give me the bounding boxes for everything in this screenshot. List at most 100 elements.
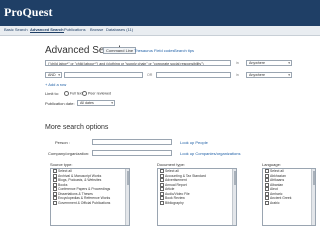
- list-item-label: Ancient Greek: [270, 196, 292, 200]
- checkbox-icon: [265, 191, 269, 196]
- checkbox-icon: [64, 91, 69, 96]
- proquest-logo[interactable]: ProQuest: [4, 5, 52, 20]
- limit-to-label: Limit to:: [45, 91, 60, 96]
- list-item-label: Archival & Manuscript Works: [58, 173, 102, 178]
- checkbox-icon: [265, 196, 269, 201]
- search-query-input[interactable]: ("child labor*" or "child labour*") and …: [45, 60, 231, 66]
- list-item-label: Accounting & Tax Standard: [165, 173, 206, 178]
- field-codes-link[interactable]: Field codes: [154, 48, 174, 53]
- scrollbar-thumb[interactable]: [312, 171, 315, 185]
- top-header: ProQuest: [0, 0, 320, 26]
- field-select-2[interactable]: Anywhere ▾: [246, 72, 292, 78]
- scrollbar[interactable]: [125, 169, 129, 225]
- checkbox-icon: [265, 178, 269, 183]
- nav-basic-search[interactable]: Basic Search: [4, 27, 28, 32]
- checkbox-icon: [160, 169, 164, 174]
- publication-date-label: Publication date:: [45, 101, 75, 106]
- checkbox-icon: [160, 178, 164, 183]
- list-item-label: Audio/Video File: [165, 191, 190, 196]
- list-item-label: Book Review: [165, 196, 185, 200]
- list-item-label: Aleut: [270, 187, 278, 191]
- checkbox-icon: [160, 187, 164, 192]
- nav-browse[interactable]: Browse: [90, 27, 103, 32]
- source-type-heading: Source type:: [50, 162, 73, 167]
- scrollbar-thumb[interactable]: [126, 171, 129, 185]
- person-label: Person :: [55, 140, 70, 145]
- field-select-1-value: Anywhere: [249, 61, 265, 65]
- language-heading: Language:: [262, 162, 281, 167]
- field-select-1[interactable]: Anywhere ▾: [246, 60, 292, 66]
- list-item-label: Bibliography: [165, 200, 184, 205]
- boolean-operator-value: AND: [48, 73, 56, 77]
- list-item-label: Afrikaans: [270, 178, 285, 182]
- thesaurus-link[interactable]: Thesaurus: [134, 48, 153, 53]
- peer-reviewed-option[interactable]: Peer reviewed: [82, 91, 111, 96]
- chevron-down-icon: ▾: [111, 101, 113, 105]
- full-text-option[interactable]: Full text: [64, 91, 83, 96]
- more-options-heading: More search options: [45, 124, 109, 131]
- checkbox-icon: [53, 200, 57, 205]
- scrollbar-thumb[interactable]: [233, 171, 236, 185]
- checkbox-icon: [82, 91, 87, 96]
- checkbox-icon: [265, 169, 269, 174]
- nav-publications[interactable]: Publications: [64, 27, 86, 32]
- publication-date-value: All dates: [80, 101, 94, 105]
- checkbox-icon: [265, 200, 269, 205]
- checkbox-icon: [53, 196, 57, 201]
- boolean-operator-select[interactable]: AND ▾: [45, 72, 62, 78]
- list-item-label: Amharic: [270, 191, 283, 196]
- scrollbar[interactable]: [232, 169, 236, 225]
- checkbox-icon: [160, 200, 164, 205]
- command-line-button[interactable]: Command Line: [103, 47, 137, 54]
- company-input[interactable]: [92, 150, 172, 156]
- list-item[interactable]: Bibliography: [158, 201, 236, 206]
- search-term-input-2[interactable]: [64, 72, 143, 78]
- chevron-down-icon: ▾: [58, 73, 60, 77]
- list-item-label: Annual Report: [165, 182, 187, 187]
- list-item-label: Article: [165, 187, 175, 191]
- language-list[interactable]: Select all Abkhazian Afrikaans Albanian …: [262, 168, 316, 226]
- publication-date-select[interactable]: All dates ▾: [77, 100, 115, 106]
- list-item-label: Select all: [58, 169, 72, 173]
- list-item-label: Blogs, Podcasts, & Websites: [58, 178, 102, 182]
- list-item-label: Books: [58, 182, 68, 187]
- source-type-list[interactable]: Select all Archival & Manuscript Works B…: [50, 168, 130, 226]
- or-label: OR: [147, 73, 153, 77]
- list-item-label: Select all: [270, 169, 284, 173]
- list-item-label: Select all: [165, 169, 179, 173]
- list-item-label: Abkhazian: [270, 173, 286, 178]
- add-row-link[interactable]: + Add a row: [45, 82, 66, 87]
- list-item-label: Albanian: [270, 182, 284, 187]
- list-item-label: Advertisement: [165, 178, 187, 182]
- search-term-input-3[interactable]: [156, 72, 231, 78]
- look-up-people-link[interactable]: Look up People: [180, 140, 208, 145]
- chevron-down-icon: ▾: [288, 61, 290, 65]
- person-input[interactable]: [92, 139, 172, 145]
- document-type-heading: Document type:: [157, 162, 186, 167]
- in-label: in: [236, 61, 239, 65]
- nav-databases[interactable]: Databases (11): [106, 27, 133, 32]
- list-item-label: Dissertations & Theses: [58, 191, 93, 196]
- checkbox-icon: [53, 169, 57, 174]
- company-label: Company/organization:: [48, 151, 90, 156]
- nav-advanced-search[interactable]: Advanced Search: [30, 27, 64, 33]
- checkbox-icon: [160, 196, 164, 201]
- list-item-label: Encyclopedias & Reference Works: [58, 196, 111, 200]
- list-item[interactable]: Government & Official Publications: [51, 201, 129, 206]
- list-item-label: Arabic: [270, 200, 280, 205]
- look-up-companies-link[interactable]: Look up Companies/organizations: [180, 151, 240, 156]
- checkbox-icon: [53, 178, 57, 183]
- list-item[interactable]: Arabic: [263, 201, 315, 206]
- document-type-list[interactable]: Select all Accounting & Tax Standard Adv…: [157, 168, 237, 226]
- checkbox-icon: [265, 182, 269, 187]
- scrollbar[interactable]: [311, 169, 315, 225]
- chevron-down-icon: ▾: [288, 73, 290, 77]
- checkbox-icon: [53, 173, 57, 178]
- main-nav: Basic Search Advanced Search Publication…: [0, 26, 320, 36]
- checkbox-icon: [53, 187, 57, 192]
- list-item-label: Government & Official Publications: [58, 200, 111, 205]
- list-item-label: Conference Papers & Proceedings: [58, 187, 111, 191]
- search-tips-link[interactable]: Search tips: [174, 48, 194, 53]
- field-select-2-value: Anywhere: [249, 73, 265, 77]
- checkbox-icon: [265, 187, 269, 192]
